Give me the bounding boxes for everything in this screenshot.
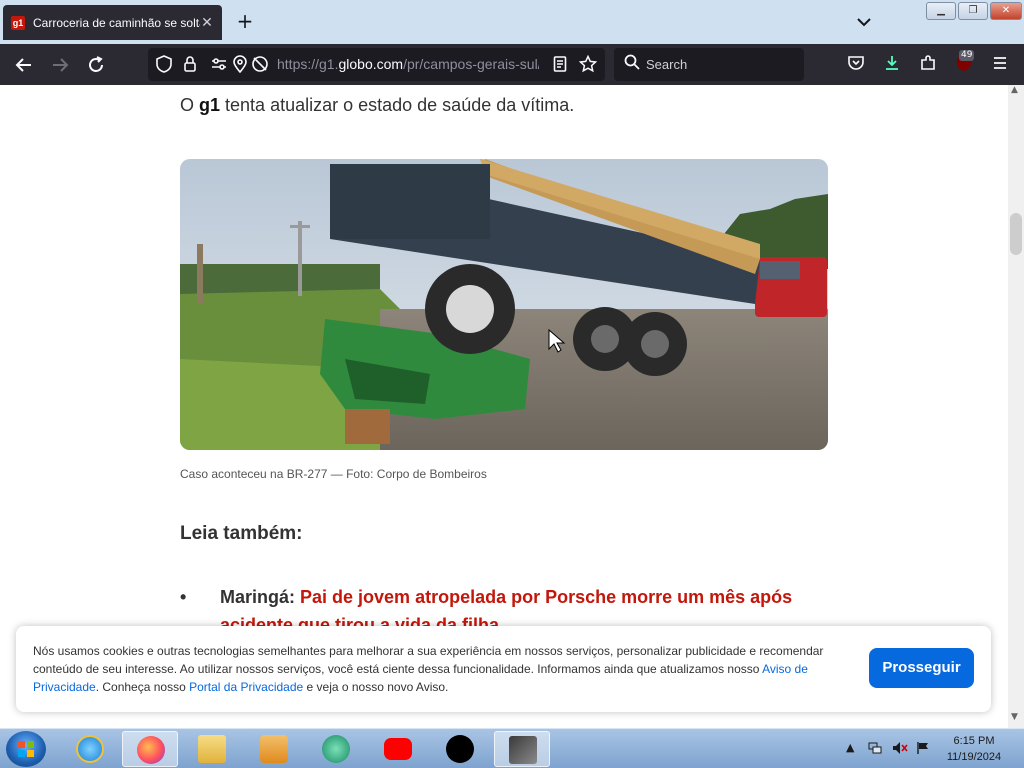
paragraph-prefix: O [180, 95, 200, 115]
article-photo-truck-accident[interactable] [180, 159, 828, 450]
cookie-text-part-1: Nós usamos cookies e outras tecnologias … [33, 644, 824, 676]
navigation-toolbar: https://g1.globo.com/pr/campos-gerais-su… [0, 44, 1024, 85]
network-icon[interactable] [868, 741, 882, 758]
cookie-text-part-3: e veja o nosso novo Aviso. [303, 680, 449, 694]
scroll-up-arrow-icon[interactable]: ▲ [1011, 85, 1018, 95]
location-icon[interactable] [231, 55, 249, 74]
tab-strip: g1 Carroceria de caminhão se solta ✕ + ▁… [0, 0, 1024, 44]
clock-date: 11/19/2024 [946, 751, 1002, 763]
ublock-count-badge: 49 [959, 50, 975, 61]
tab-title: Carroceria de caminhão se solta [33, 15, 200, 30]
volume-muted-icon[interactable] [892, 741, 908, 758]
messenger-icon[interactable] [308, 731, 364, 767]
page-scrollbar[interactable]: ▲ ▼ [1008, 85, 1024, 728]
taskbar-clock[interactable]: 6:15 PM 11/19/2024 [936, 733, 1012, 765]
related-item-prefix: Maringá: [220, 587, 301, 607]
lock-icon[interactable] [181, 55, 199, 73]
forward-arrow-icon[interactable] [48, 53, 72, 77]
windows-taskbar: ▲ 6:15 PM 11/19/2024 [0, 728, 1024, 768]
related-heading: Leia também: [180, 523, 303, 544]
tracking-shield-icon[interactable] [155, 55, 173, 73]
search-placeholder: Search [646, 57, 688, 72]
clock-time: 6:15 PM [953, 735, 995, 747]
firefox-icon[interactable] [122, 731, 178, 767]
url-prefix: https://g1. [277, 56, 339, 72]
internet-explorer-icon[interactable] [62, 731, 118, 767]
action-center-flag-icon[interactable] [916, 741, 930, 758]
downloads-icon[interactable] [881, 54, 903, 76]
cookie-text: Nós usamos cookies e outras tecnologias … [33, 642, 853, 696]
scroll-down-arrow-icon[interactable]: ▼ [1011, 712, 1018, 722]
hamburger-menu-icon[interactable] [989, 54, 1011, 76]
browser-tab[interactable]: g1 Carroceria de caminhão se solta ✕ [3, 5, 222, 40]
minimize-window-button[interactable]: ▁ [926, 2, 956, 20]
list-all-tabs-icon[interactable] [853, 12, 875, 32]
start-button[interactable] [6, 731, 46, 767]
list-bullet: • [180, 587, 187, 607]
back-arrow-icon[interactable] [12, 53, 36, 77]
pocket-icon[interactable] [845, 54, 867, 76]
tiktok-icon[interactable] [432, 731, 488, 767]
media-player-icon[interactable] [246, 731, 302, 767]
show-hidden-icons-icon[interactable]: ▲ [846, 741, 854, 754]
privacy-portal-link[interactable]: Portal da Privacidade [189, 680, 303, 694]
youtube-icon[interactable] [370, 731, 426, 767]
tab-close-icon[interactable]: ✕ [200, 15, 214, 31]
bookmark-star-icon[interactable] [578, 54, 598, 73]
search-icon [624, 54, 640, 74]
url-domain: globo.com [338, 56, 404, 72]
restore-window-button[interactable]: ❐ [958, 2, 988, 20]
cookie-text-part-2: . Conheça nosso [95, 680, 190, 694]
windows-logo-icon [18, 741, 34, 757]
paragraph-rest: tenta atualizar o estado de saúde da vít… [220, 95, 575, 115]
reload-icon[interactable] [84, 53, 108, 77]
photo-caption: Caso aconteceu na BR-277 — Foto: Corpo d… [180, 467, 487, 481]
video-editor-icon[interactable] [494, 731, 550, 767]
url-path: /pr/campos-gerais-sul/ [403, 56, 539, 72]
article-paragraph: O g1 tenta atualizar o estado de saúde d… [180, 95, 574, 116]
extensions-icon[interactable] [917, 54, 939, 76]
cookie-consent-banner: Nós usamos cookies e outras tecnologias … [16, 626, 991, 712]
file-explorer-icon[interactable] [184, 731, 240, 767]
url-text[interactable]: https://g1.globo.com/pr/campos-gerais-su… [277, 56, 539, 72]
permissions-icon[interactable] [210, 55, 228, 73]
paragraph-bold-g1: g1 [199, 95, 221, 115]
close-window-button[interactable]: ✕ [990, 2, 1022, 20]
autoplay-blocked-icon[interactable] [251, 55, 269, 73]
reader-view-icon[interactable] [551, 55, 569, 73]
g1-favicon-icon: g1 [11, 15, 25, 30]
address-bar[interactable]: https://g1.globo.com/pr/campos-gerais-su… [148, 48, 605, 81]
proceed-button[interactable]: Prosseguir [869, 648, 974, 688]
new-tab-button[interactable]: + [233, 10, 257, 34]
scrollbar-thumb[interactable] [1010, 213, 1022, 255]
search-bar[interactable]: Search [614, 48, 804, 81]
